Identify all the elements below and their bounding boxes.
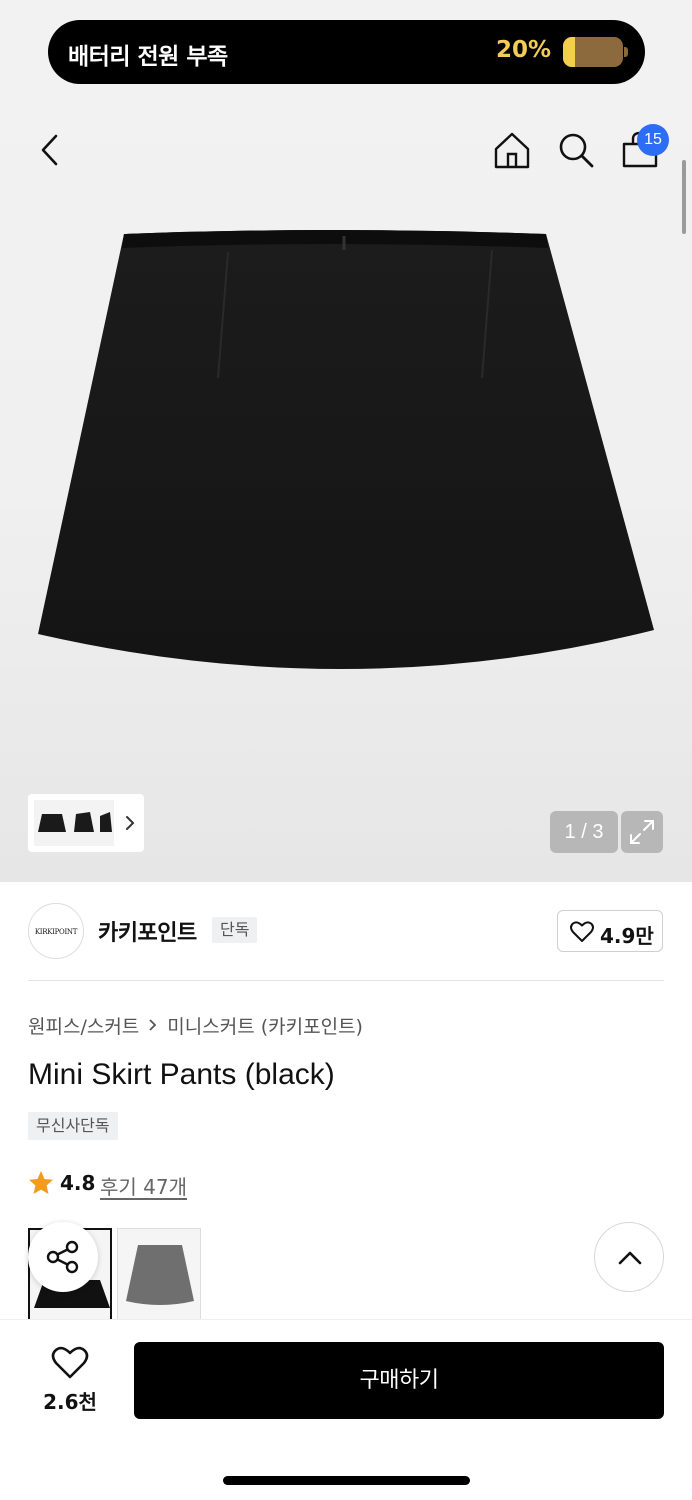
chevron-up-icon bbox=[618, 1251, 642, 1265]
share-button[interactable] bbox=[28, 1222, 98, 1292]
search-button[interactable] bbox=[556, 130, 596, 170]
battery-message: 배터리 전원 부족 bbox=[68, 44, 228, 70]
breadcrumb: 원피스/스커트 미니스커트 (카키포인트) bbox=[28, 1012, 363, 1039]
brand-logo[interactable]: KIRKIPOINT bbox=[28, 903, 84, 959]
scroll-indicator bbox=[682, 160, 686, 234]
gallery-pager: 1 / 3 bbox=[550, 811, 618, 853]
expand-icon bbox=[630, 820, 654, 844]
rating-value: 4.8 bbox=[60, 1171, 96, 1195]
brand-like-button[interactable]: 4.9만 bbox=[557, 910, 663, 952]
heart-icon bbox=[51, 1346, 89, 1379]
exclusive-badge: 무신사단독 bbox=[28, 1112, 118, 1140]
brand-name[interactable]: 카키포인트 bbox=[98, 915, 197, 947]
home-indicator bbox=[223, 1476, 470, 1485]
divider bbox=[28, 980, 664, 981]
chevron-left-icon bbox=[41, 134, 58, 166]
chevron-right-icon bbox=[126, 816, 135, 830]
brand-like-count: 4.9만 bbox=[600, 924, 654, 948]
battery-percent: 20% bbox=[495, 37, 551, 63]
option-image bbox=[126, 1245, 194, 1305]
review-link[interactable]: 후기 47개 bbox=[100, 1171, 187, 1200]
breadcrumb-subcategory[interactable]: 미니스커트 (카키포인트) bbox=[167, 1016, 363, 1038]
option-thumbnail-gray[interactable] bbox=[117, 1228, 201, 1322]
wishlist-button[interactable]: 2.6천 bbox=[28, 1338, 112, 1424]
product-title: Mini Skirt Pants (black) bbox=[28, 1058, 335, 1091]
expand-button[interactable] bbox=[621, 811, 663, 853]
home-icon bbox=[494, 132, 530, 169]
buy-button[interactable]: 구매하기 bbox=[134, 1342, 664, 1419]
search-icon bbox=[559, 133, 594, 168]
wishlist-count: 2.6천 bbox=[43, 1390, 97, 1414]
gallery-thumbnails bbox=[34, 800, 114, 846]
cart-count-badge: 15 bbox=[637, 124, 669, 156]
heart-icon bbox=[570, 921, 594, 942]
breadcrumb-category[interactable]: 원피스/스커트 bbox=[28, 1016, 139, 1038]
battery-nub bbox=[624, 47, 628, 57]
battery-icon bbox=[563, 37, 623, 67]
share-icon bbox=[46, 1240, 79, 1274]
rating-row: 4.8 후기 47개 bbox=[28, 1168, 328, 1200]
battery-fill bbox=[563, 37, 575, 67]
back-button[interactable] bbox=[34, 130, 68, 170]
product-image bbox=[38, 230, 654, 670]
home-button[interactable] bbox=[492, 130, 532, 170]
gallery-thumbnail-strip[interactable] bbox=[28, 794, 144, 852]
brand-exclusive-tag: 단독 bbox=[212, 917, 258, 943]
chevron-right-icon bbox=[149, 1019, 157, 1031]
star-icon bbox=[29, 1171, 53, 1194]
brand-row[interactable]: KIRKIPOINT 카키포인트 단독 4.9만 bbox=[28, 900, 664, 962]
scroll-top-button[interactable] bbox=[594, 1222, 664, 1292]
low-battery-banner: 배터리 전원 부족 20% bbox=[48, 20, 645, 84]
